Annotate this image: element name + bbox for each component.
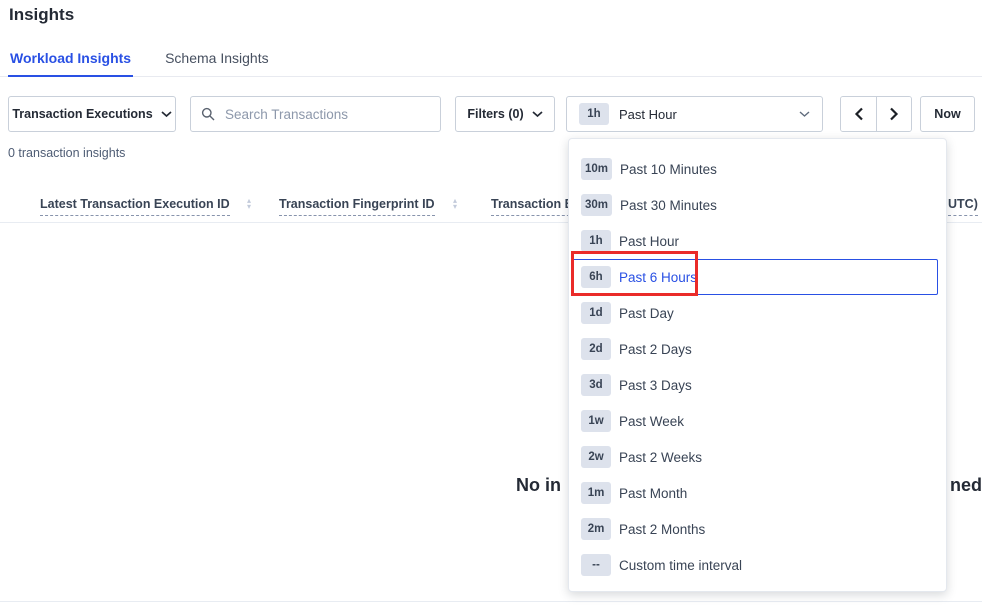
time-interval-option-badge: 30m (581, 194, 612, 216)
results-count: 0 transaction insights (8, 146, 125, 160)
time-interval-option-badge: 3d (581, 374, 611, 396)
time-interval-option[interactable]: 1w Past Week (571, 403, 938, 439)
time-interval-option[interactable]: 1h Past Hour (571, 223, 938, 259)
now-button[interactable]: Now (920, 96, 975, 132)
insight-type-select-label: Transaction Executions (12, 107, 152, 121)
sort-icon[interactable]: ▴▾ (453, 198, 457, 209)
time-interval-option-label: Past Hour (619, 234, 679, 249)
time-interval-option-badge: 6h (581, 266, 611, 288)
time-interval-option-label: Past 6 Hours (619, 270, 697, 285)
time-interval-option-label: Past 2 Months (619, 522, 705, 537)
table-bottom-divider (0, 601, 982, 602)
tab-bar: Workload Insights Schema Insights (0, 47, 982, 77)
tab-schema-insights[interactable]: Schema Insights (163, 47, 271, 76)
time-interval-label: Past Hour (619, 107, 677, 122)
time-interval-option-label: Past 10 Minutes (620, 162, 717, 177)
page-title: Insights (9, 5, 74, 25)
insights-page: Insights Workload Insights Schema Insigh… (0, 0, 982, 605)
time-interval-option-label: Past 3 Days (619, 378, 692, 393)
search-input[interactable] (190, 96, 441, 132)
time-interval-option-badge: 1h (581, 230, 611, 252)
time-interval-option[interactable]: 2w Past 2 Weeks (571, 439, 938, 475)
time-interval-option-label: Past Week (619, 414, 684, 429)
time-interval-badge: 1h (579, 103, 609, 125)
time-interval-option-label: Past 2 Days (619, 342, 692, 357)
time-interval-option-badge: -- (581, 554, 611, 576)
next-interval-button[interactable] (876, 97, 911, 131)
time-interval-option[interactable]: 1m Past Month (571, 475, 938, 511)
time-interval-option-label: Past 30 Minutes (620, 198, 717, 213)
tab-workload-insights[interactable]: Workload Insights (8, 47, 133, 77)
time-interval-option[interactable]: 10m Past 10 Minutes (571, 151, 938, 187)
time-interval-dropdown: 10m Past 10 Minutes 30m Past 30 Minutes … (568, 138, 947, 592)
now-button-label: Now (934, 107, 960, 121)
column-header-utc-truncated[interactable]: UTC) (948, 197, 978, 216)
time-interval-option[interactable]: 30m Past 30 Minutes (571, 187, 938, 223)
time-interval-option[interactable]: 2d Past 2 Days (571, 331, 938, 367)
time-interval-option-badge: 10m (581, 158, 612, 180)
column-header-transaction-fingerprint-id[interactable]: Transaction Fingerprint ID (279, 197, 435, 216)
time-interval-option[interactable]: 1d Past Day (571, 295, 938, 331)
chevron-left-icon (854, 107, 864, 121)
time-interval-option-badge: 1m (581, 482, 611, 504)
time-interval-option-badge: 2w (581, 446, 611, 468)
time-interval-option[interactable]: -- Custom time interval (571, 547, 938, 583)
time-interval-option[interactable]: 6h Past 6 Hours (571, 259, 938, 295)
chevron-down-icon (532, 111, 543, 118)
time-interval-option-label: Past Day (619, 306, 674, 321)
column-header-transaction-execution-truncated[interactable]: Transaction Ex (491, 197, 580, 216)
time-step-buttons (840, 96, 912, 132)
filters-button[interactable]: Filters (0) (455, 96, 555, 132)
time-interval-option[interactable]: 2m Past 2 Months (571, 511, 938, 547)
search-field (190, 96, 441, 132)
time-interval-option-badge: 2m (581, 518, 611, 540)
time-interval-option[interactable]: 3d Past 3 Days (571, 367, 938, 403)
time-interval-option-label: Past Month (619, 486, 687, 501)
time-interval-select[interactable]: 1h Past Hour (566, 96, 823, 132)
chevron-right-icon (889, 107, 899, 121)
toolbar: Transaction Executions Filters (0) 1h Pa… (8, 96, 975, 132)
time-interval-option-badge: 1d (581, 302, 611, 324)
empty-state-message-fragment: No in (516, 475, 561, 496)
chevron-down-icon (799, 111, 810, 118)
previous-interval-button[interactable] (841, 97, 876, 131)
time-interval-option-label: Past 2 Weeks (619, 450, 702, 465)
time-interval-option-badge: 2d (581, 338, 611, 360)
column-header-latest-transaction-execution-id[interactable]: Latest Transaction Execution ID (40, 197, 230, 216)
time-interval-option-label: Custom time interval (619, 558, 742, 573)
sort-icon[interactable]: ▴▾ (247, 198, 251, 209)
empty-state-message-fragment: ned. (950, 475, 982, 496)
filters-button-label: Filters (0) (467, 107, 523, 121)
insight-type-select[interactable]: Transaction Executions (8, 96, 176, 132)
time-interval-option-badge: 1w (581, 410, 611, 432)
chevron-down-icon (161, 111, 172, 118)
